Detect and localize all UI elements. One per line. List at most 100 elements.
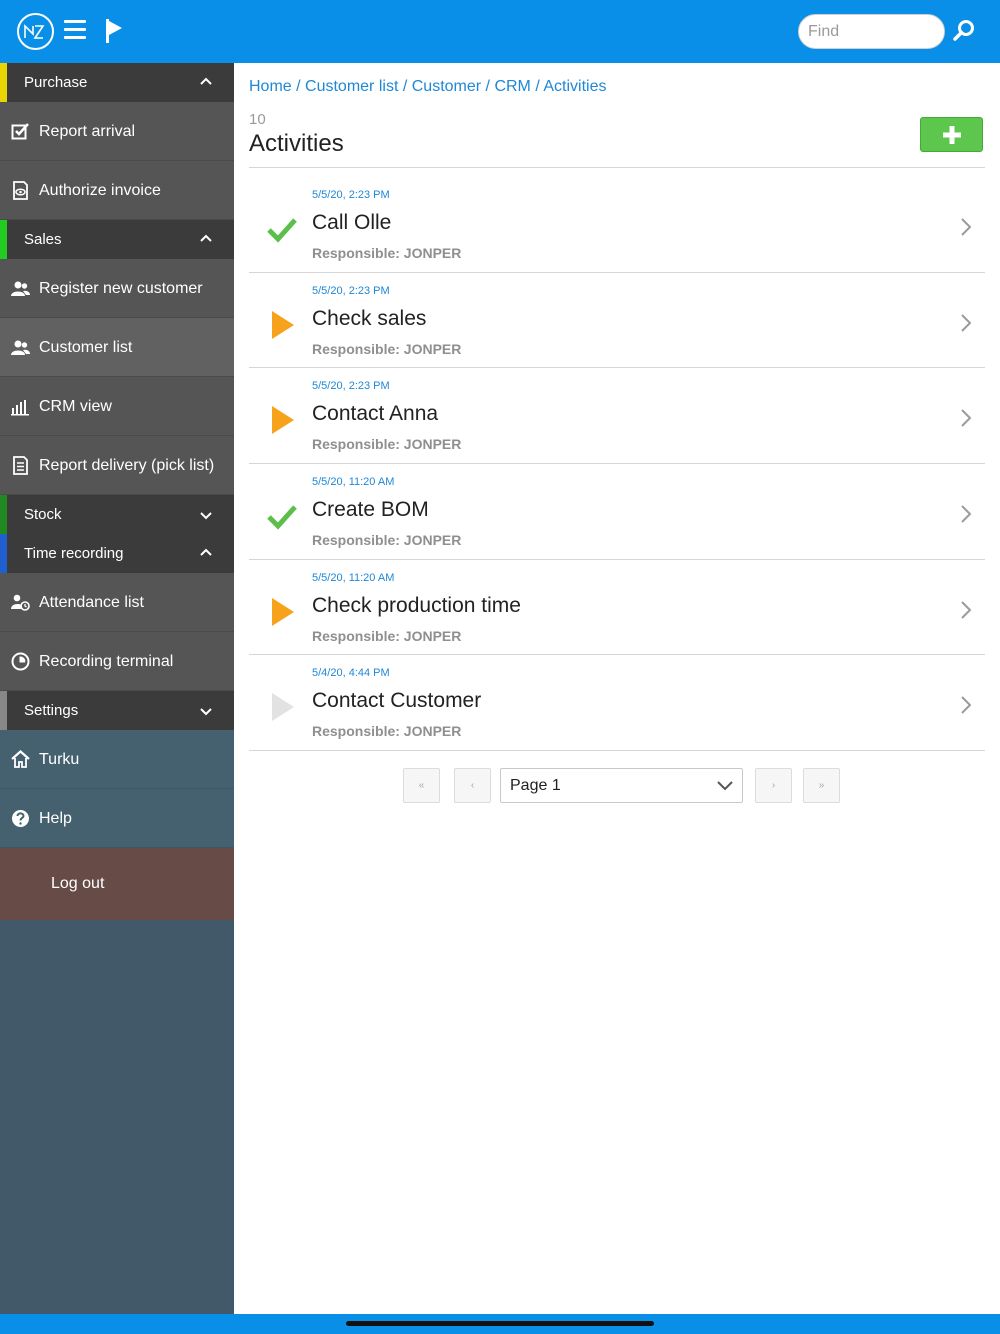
document-list-icon — [13, 456, 28, 475]
activity-row[interactable]: 5/5/20, 11:20 AM Check production time R… — [249, 560, 985, 656]
logout-button[interactable]: Log out — [0, 848, 234, 920]
breadcrumb-customer[interactable]: Customer — [412, 78, 481, 95]
section-stock[interactable]: Stock — [0, 495, 234, 534]
search-icon[interactable] — [952, 19, 976, 43]
sidebar-item-attendance-list[interactable]: Attendance list — [0, 573, 234, 632]
section-accent — [0, 495, 7, 534]
breadcrumb-separator: / — [402, 78, 412, 95]
breadcrumb-crm[interactable]: CRM — [494, 78, 530, 95]
item-count: 10 — [249, 111, 266, 128]
divider — [249, 167, 985, 168]
plus-icon — [943, 126, 961, 144]
chevron-down-icon — [200, 512, 212, 520]
sidebar-item-site[interactable]: Turku — [0, 730, 234, 789]
checkmark-icon — [267, 505, 297, 530]
section-accent — [0, 534, 7, 573]
sidebar-item-recording-terminal[interactable]: Recording terminal — [0, 632, 234, 691]
chevron-right-icon — [961, 409, 971, 428]
activity-name: Create BOM — [312, 498, 429, 522]
activity-date: 5/5/20, 2:23 PM — [312, 189, 390, 201]
checkbox-checked-icon — [11, 123, 29, 140]
sidebar-item-authorize-invoice[interactable]: Authorize invoice — [0, 161, 234, 220]
sidebar-item-label: Turku — [39, 751, 80, 768]
breadcrumb-home[interactable]: Home — [249, 78, 292, 95]
sidebar-item-label: CRM view — [39, 398, 112, 415]
document-eye-icon — [13, 181, 28, 200]
activity-responsible: Responsible: JONPER — [312, 627, 462, 644]
search-input[interactable] — [798, 14, 945, 49]
sidebar-item-report-delivery[interactable]: Report delivery (pick list) — [0, 436, 234, 495]
chevron-right-icon — [961, 696, 971, 715]
chevron-up-icon — [200, 77, 212, 85]
activity-row[interactable]: 5/5/20, 11:20 AM Create BOM Responsible:… — [249, 464, 985, 560]
hamburger-menu-icon[interactable] — [64, 20, 86, 42]
users-icon — [11, 340, 30, 355]
section-label: Time recording — [24, 545, 124, 562]
bottom-bar — [0, 1314, 1000, 1334]
section-accent — [0, 220, 7, 259]
sidebar-item-label: Attendance list — [39, 594, 144, 611]
user-clock-icon — [11, 594, 30, 611]
sidebar-item-label: Customer list — [39, 339, 133, 356]
activity-responsible: Responsible: JONPER — [312, 532, 462, 549]
sidebar-item-label: Report arrival — [39, 123, 136, 140]
chevron-up-icon — [200, 548, 212, 556]
page-title: Activities — [249, 130, 344, 157]
sidebar-item-label: Report delivery (pick list) — [39, 457, 215, 474]
activity-name: Contact Anna — [312, 402, 439, 426]
sidebar-item-label: Authorize invoice — [39, 182, 161, 199]
play-icon — [272, 406, 294, 435]
breadcrumb: Home / Customer list / Customer / CRM / … — [249, 78, 606, 96]
activity-name: Check production time — [312, 593, 521, 617]
activity-row[interactable]: 5/5/20, 2:23 PM Contact Anna Responsible… — [249, 368, 985, 465]
breadcrumb-customer-list[interactable]: Customer list — [305, 78, 398, 95]
page-select[interactable]: Page 1 — [500, 768, 743, 803]
play-icon — [272, 310, 294, 339]
activity-responsible: Responsible: JONPER — [312, 723, 462, 740]
main-content: Home / Customer list / Customer / CRM / … — [234, 63, 1000, 1314]
last-page-button[interactable]: » — [803, 768, 840, 803]
activity-row[interactable]: 5/4/20, 4:44 PM Contact Customer Respons… — [249, 655, 985, 752]
clock-icon — [11, 652, 30, 671]
activity-list: 5/5/20, 2:23 PM Call Olle Responsible: J… — [249, 177, 985, 752]
activity-date: 5/4/20, 4:44 PM — [312, 667, 390, 680]
sidebar-item-crm-view[interactable]: CRM view — [0, 377, 234, 436]
section-accent — [0, 63, 7, 102]
home-icon — [11, 750, 30, 768]
section-sales[interactable]: Sales — [0, 220, 234, 259]
play-icon — [272, 597, 294, 626]
sidebar-item-label: Help — [39, 810, 72, 827]
breadcrumb-activities[interactable]: Activities — [543, 78, 606, 95]
sidebar-item-help[interactable]: Help — [0, 789, 234, 848]
activity-responsible: Responsible: JONPER — [312, 436, 462, 453]
section-time-recording[interactable]: Time recording — [0, 534, 234, 573]
sidebar: Purchase Report arrival Authorize invoic… — [0, 63, 234, 1314]
section-label: Settings — [24, 702, 79, 719]
first-page-button[interactable]: « — [403, 768, 440, 803]
section-accent — [0, 691, 7, 730]
sidebar-item-report-arrival[interactable]: Report arrival — [0, 102, 234, 161]
previous-page-button[interactable]: ‹ — [454, 768, 491, 803]
section-label: Purchase — [24, 74, 88, 91]
next-page-button[interactable]: › — [755, 768, 792, 803]
sidebar-item-register-new-customer[interactable]: Register new customer — [0, 259, 234, 318]
sidebar-item-customer-list[interactable]: Customer list — [0, 318, 234, 377]
bar-chart-icon — [11, 400, 29, 416]
chevron-right-icon — [961, 601, 971, 619]
section-label: Stock — [24, 506, 62, 523]
add-activity-button[interactable] — [920, 117, 983, 152]
activity-row[interactable]: 5/5/20, 2:23 PM Call Olle Responsible: J… — [249, 177, 985, 273]
app-logo[interactable] — [17, 13, 54, 50]
section-settings[interactable]: Settings — [0, 691, 234, 730]
page-select-value: Page 1 — [510, 777, 561, 794]
activity-responsible: Responsible: JONPER — [312, 245, 462, 261]
chevron-right-icon — [961, 313, 971, 332]
flag-icon[interactable] — [104, 19, 124, 43]
chevron-down-icon — [200, 708, 212, 716]
activity-row[interactable]: 5/5/20, 2:23 PM Check sales Responsible:… — [249, 273, 985, 369]
breadcrumb-separator: / — [296, 78, 306, 95]
home-indicator[interactable] — [346, 1321, 654, 1326]
users-icon — [11, 281, 30, 296]
checkmark-icon — [267, 218, 297, 243]
section-purchase[interactable]: Purchase — [0, 63, 234, 102]
